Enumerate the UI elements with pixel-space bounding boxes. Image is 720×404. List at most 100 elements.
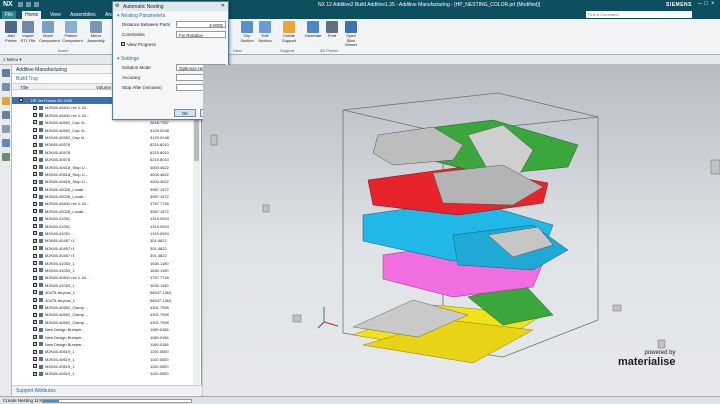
minimize-icon[interactable]: – (698, 1, 701, 7)
part-row[interactable]: M2K65-40578 6215.8010 (12, 149, 192, 156)
visibility-checkbox[interactable] (33, 341, 37, 347)
visibility-checkbox[interactable] (33, 230, 37, 236)
part-row[interactable]: M2K65-41053_1 1630.1190 (12, 282, 192, 289)
reuse-library-icon[interactable] (2, 111, 10, 119)
tab-file[interactable]: File (2, 11, 17, 19)
history-icon[interactable] (2, 125, 10, 133)
visibility-checkbox[interactable] (33, 105, 37, 110)
clip-section-button[interactable]: Clip Section (238, 21, 256, 43)
constraints-select[interactable]: Fix Rotation (176, 31, 226, 38)
visibility-checkbox[interactable] (33, 371, 37, 376)
assembly-navigator-icon[interactable] (2, 69, 10, 77)
menu-button[interactable]: ≡ Menu ▾ (3, 57, 22, 63)
section-nesting-parameters[interactable]: ▾ Nesting Parameters (113, 11, 228, 20)
column-title[interactable]: Title (20, 85, 28, 90)
visibility-checkbox[interactable] (33, 297, 37, 302)
part-row[interactable]: M2K65-40841 rev 1.18... 1757.7745 (12, 200, 192, 207)
visibility-checkbox[interactable] (33, 164, 37, 169)
roles-icon[interactable] (2, 139, 10, 147)
visibility-checkbox[interactable] (33, 171, 37, 177)
visibility-checkbox[interactable] (33, 216, 37, 221)
visibility-checkbox[interactable] (33, 156, 37, 162)
visibility-checkbox[interactable] (33, 363, 37, 369)
part-row[interactable]: M2K65-40457 r1 301.4822 (12, 237, 192, 244)
close-icon[interactable]: × (711, 1, 715, 7)
visibility-checkbox[interactable] (33, 349, 37, 354)
distance-input[interactable]: 2.0000 (176, 21, 226, 28)
ok-button[interactable]: OK (174, 109, 196, 117)
part-row[interactable]: M2K65-40619_1 1100.0000 (12, 356, 192, 363)
pattern-component-button[interactable]: Pattern Component (62, 21, 83, 43)
visibility-checkbox[interactable] (33, 260, 37, 265)
visibility-checkbox[interactable] (33, 127, 37, 132)
edit-section-button[interactable]: Edit Section (256, 21, 274, 43)
tab-home[interactable]: Home (22, 11, 42, 19)
additive-navigator-icon[interactable] (2, 97, 10, 105)
part-row[interactable]: M2K65-40457 r1 301.4822 (12, 245, 192, 252)
move-component-button[interactable]: Move Component (39, 21, 60, 43)
close-icon[interactable]: ✕ (221, 3, 225, 9)
part-row[interactable]: M2K65-41053_1 1630.1190 (12, 267, 192, 274)
redo-icon[interactable] (34, 2, 39, 7)
part-row[interactable]: M2K65-40618_Stop U... 4004.4622 (12, 164, 192, 171)
part-row[interactable]: M2K65-40841 rev 1.18... 1757.7745 (12, 274, 192, 281)
visibility-checkbox[interactable] (33, 193, 37, 199)
list-scrollbar[interactable] (193, 97, 200, 385)
view-progress-checkbox[interactable] (121, 41, 125, 46)
part-row[interactable]: M2K65-41051 1319.0924 (12, 215, 192, 222)
part-navigator-icon[interactable] (2, 83, 10, 91)
visibility-checkbox[interactable] (33, 149, 37, 155)
part-row[interactable]: M2K65-40578 6215.8010 (12, 141, 192, 148)
maximize-icon[interactable]: □ (704, 1, 708, 7)
visibility-checkbox[interactable] (33, 319, 37, 325)
visibility-checkbox[interactable] (19, 97, 23, 103)
part-row[interactable]: M2K65-40619_1 1100.0000 (12, 370, 192, 377)
gear-icon[interactable]: ⚙ (115, 3, 119, 9)
part-row[interactable]: 40475-alt-post_1 56047.1363 (12, 297, 192, 304)
part-row[interactable]: New Design Bumper... 1189.0156 (12, 334, 192, 341)
part-row[interactable]: New Design Bumper... 1189.0156 (12, 326, 192, 333)
visibility-checkbox[interactable] (33, 223, 37, 228)
part-row[interactable]: M2K65-40552_Clamp ... 4301.7599 (12, 304, 192, 311)
add-printer-button[interactable]: Add Printer (2, 21, 20, 43)
part-row[interactable]: M2K65-40578 6215.8010 (12, 156, 192, 163)
visibility-checkbox[interactable] (33, 179, 37, 184)
mirror-assembly-button[interactable]: Mirror Assembly (87, 21, 105, 43)
part-row[interactable]: M2K65-40028_Locati... 3987.1572 (12, 208, 192, 215)
part-row[interactable]: M2K65-41053_1 1630.1190 (12, 260, 192, 267)
visibility-checkbox[interactable] (33, 134, 37, 140)
part-row[interactable]: M2K65-40028_Locati... 3987.1572 (12, 193, 192, 200)
part-row[interactable]: M2K65-40619_1 1100.0000 (12, 363, 192, 370)
visibility-checkbox[interactable] (33, 186, 37, 191)
column-volume[interactable]: Volume (96, 85, 111, 90)
part-row[interactable]: 40475-alt-post_1 56047.1363 (12, 289, 192, 296)
part-row[interactable]: M2K65-41051 1319.0924 (12, 230, 192, 237)
visibility-checkbox[interactable] (33, 326, 37, 332)
visibility-checkbox[interactable] (33, 119, 37, 125)
import-stl-button[interactable]: Import STL File (19, 21, 37, 43)
part-row[interactable]: M2K65-40619_1 1100.0000 (12, 348, 192, 355)
web-browser-icon[interactable] (2, 153, 10, 161)
command-search-input[interactable]: Find a Command (586, 11, 692, 18)
visibility-checkbox[interactable] (33, 312, 37, 317)
part-row[interactable]: M2K65-40552_Clamp ... 4301.7599 (12, 311, 192, 318)
undo-icon[interactable] (26, 2, 31, 7)
visibility-checkbox[interactable] (33, 334, 37, 339)
part-row[interactable]: M2K65-40552_Clamp ... 4301.7599 (12, 319, 192, 326)
visibility-checkbox[interactable] (33, 356, 37, 361)
open-slice-viewer-button[interactable]: Open Slice Viewer (342, 21, 360, 48)
visibility-checkbox[interactable] (33, 304, 37, 310)
visibility-checkbox[interactable] (33, 253, 37, 258)
section-settings[interactable]: ▾ Settings (113, 54, 228, 63)
tab-view[interactable]: View (47, 11, 64, 19)
visibility-checkbox[interactable] (33, 282, 37, 288)
create-support-button[interactable]: Create Support (280, 21, 298, 43)
view-triad-icon[interactable] (316, 304, 344, 330)
visibility-checkbox[interactable] (33, 275, 37, 280)
part-row[interactable]: New Design Bumper... 1189.0156 (12, 341, 192, 348)
graphics-viewport[interactable] (203, 65, 720, 396)
generate-button[interactable]: Generate (304, 21, 322, 39)
part-row[interactable]: M2K65-40618_Stop U... 4004.4622 (12, 178, 192, 185)
part-row[interactable]: M2K65-40552_Cap Vi... 2618.7357 (12, 119, 192, 126)
visibility-checkbox[interactable] (33, 142, 37, 147)
